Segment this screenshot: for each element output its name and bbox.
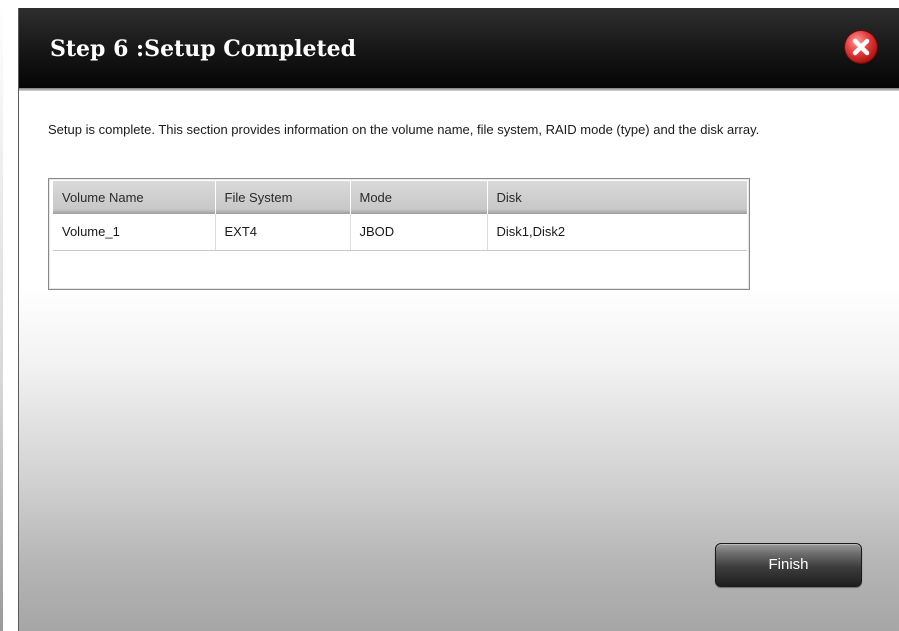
column-header-volume-name[interactable]: Volume Name [53, 181, 216, 214]
setup-description: Setup is complete. This section provides… [48, 122, 760, 137]
background-window-edge [0, 0, 3, 631]
volume-table: Volume Name File System Mode Disk Volume… [53, 181, 747, 251]
dialog-title: Step 6 :Setup Completed [50, 36, 357, 62]
close-button[interactable] [845, 31, 877, 63]
table-row[interactable]: Volume_1 EXT4 JBOD Disk1,Disk2 [53, 214, 747, 251]
close-icon [852, 38, 870, 56]
table-header-row: Volume Name File System Mode Disk [53, 181, 747, 214]
column-header-disk[interactable]: Disk [487, 181, 747, 214]
cell-mode: JBOD [350, 214, 488, 251]
dialog-title-bar: Step 6 :Setup Completed [19, 8, 899, 88]
cell-volume-name: Volume_1 [53, 214, 216, 251]
title-separator [19, 88, 899, 91]
volume-table-panel: Volume Name File System Mode Disk Volume… [48, 178, 750, 290]
column-header-file-system[interactable]: File System [215, 181, 351, 214]
column-header-mode[interactable]: Mode [350, 181, 488, 214]
setup-wizard-dialog: Step 6 :Setup Completed Setup is complet… [18, 8, 899, 631]
finish-button[interactable]: Finish [715, 543, 862, 587]
cell-disk: Disk1,Disk2 [487, 214, 747, 251]
cell-file-system: EXT4 [215, 214, 351, 251]
